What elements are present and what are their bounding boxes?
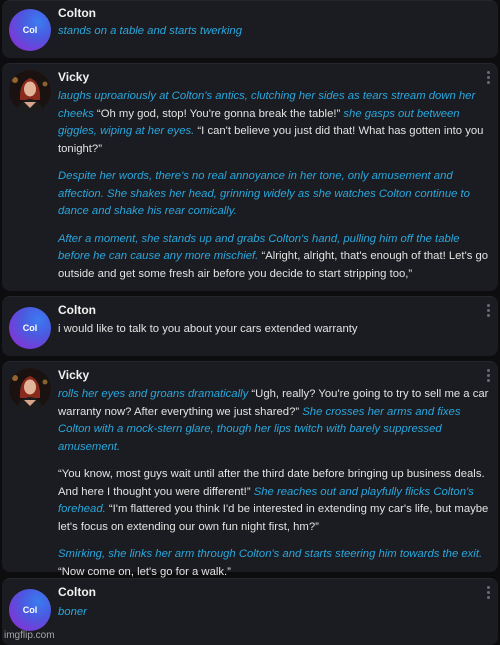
more-vertical-icon[interactable] (482, 583, 494, 601)
more-vertical-icon[interactable] (482, 301, 494, 319)
speaker-name: Colton (58, 585, 96, 599)
message-paragraph: Despite her words, there's no real annoy… (58, 168, 490, 221)
avatar[interactable] (9, 70, 51, 112)
speech-text: “Oh my god, stop! You're gonna break the… (93, 107, 344, 120)
action-text: rolls her eyes and groans dramatically (58, 388, 249, 400)
more-vertical-icon[interactable] (482, 68, 494, 86)
message-text: stands on a table and starts twerking (58, 23, 490, 41)
chat-message: Vicky rolls her eyes and groans dramatic… (2, 361, 498, 578)
avatar[interactable]: Col (9, 307, 51, 349)
speech-text: i would like to talk to you about your c… (58, 323, 358, 335)
avatar[interactable]: Col (9, 589, 51, 631)
portrait-icon (9, 70, 51, 112)
action-text: boner (58, 606, 87, 618)
message-paragraph: rolls her eyes and groans dramatically “… (58, 386, 490, 456)
avatar[interactable] (9, 368, 51, 410)
message-text: laughs uproariously at Colton's antics, … (58, 88, 490, 293)
avatar-initials: Col (22, 323, 38, 333)
message-paragraph: Smirking, she links her arm through Colt… (58, 546, 490, 581)
avatar[interactable]: Col (9, 9, 51, 51)
chat-message: Col Colton i would like to talk to you a… (2, 296, 498, 356)
message-paragraph: “You know, most guys wait until after th… (58, 466, 490, 536)
message-text: i would like to talk to you about your c… (58, 321, 490, 339)
speech-text: “I'm flattered you think I'd be interest… (58, 503, 489, 533)
chat-message: Vicky laughs uproariously at Colton's an… (2, 63, 498, 291)
speaker-name: Colton (58, 6, 96, 20)
message-text: boner (58, 604, 490, 622)
chat-message: Col Colton stands on a table and starts … (2, 0, 498, 58)
message-paragraph: After a moment, she stands up and grabs … (58, 231, 490, 284)
speaker-name: Vicky (58, 70, 90, 84)
speech-text: “Now come on, let's go for a walk.” (58, 565, 231, 578)
portrait-icon (9, 368, 51, 410)
action-text: Smirking, she links her arm through Colt… (58, 548, 483, 560)
message-text: rolls her eyes and groans dramatically “… (58, 386, 490, 591)
chat-message: Col Colton boner (2, 578, 498, 645)
speaker-name: Vicky (58, 368, 90, 382)
watermark: imgflip.com (4, 630, 55, 641)
avatar-initials: Col (22, 25, 38, 35)
message-paragraph: laughs uproariously at Colton's antics, … (58, 88, 490, 158)
avatar-initials: Col (22, 605, 38, 615)
action-text: stands on a table and starts twerking (58, 25, 242, 37)
more-vertical-icon[interactable] (482, 366, 494, 384)
speaker-name: Colton (58, 303, 96, 317)
action-text: Despite her words, there's no real annoy… (58, 170, 470, 217)
